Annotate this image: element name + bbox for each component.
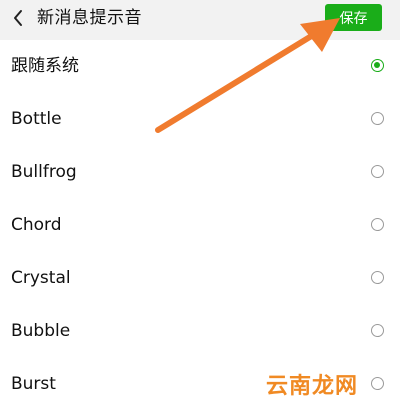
radio-unchecked-icon[interactable] — [371, 271, 384, 284]
radio-unchecked-icon[interactable] — [371, 165, 384, 178]
radio-unchecked-icon[interactable] — [371, 112, 384, 125]
sound-item-label: Chord — [11, 215, 62, 235]
sound-item-bullfrog[interactable]: Bullfrog — [0, 146, 400, 199]
sound-item-label: Bubble — [11, 321, 71, 341]
sound-item-label: Crystal — [11, 268, 71, 288]
sound-item-label: Bullfrog — [11, 162, 77, 182]
sound-list: 跟随系统 Bottle Bullfrog Chord Crystal Bubbl… — [0, 40, 400, 411]
radio-unchecked-icon[interactable] — [371, 377, 384, 390]
sound-item-chord[interactable]: Chord — [0, 199, 400, 252]
sound-item-label: 跟随系统 — [11, 56, 79, 76]
save-button[interactable]: 保存 — [325, 4, 382, 31]
sound-item-bubble[interactable]: Bubble — [0, 305, 400, 358]
radio-unchecked-icon[interactable] — [371, 218, 384, 231]
page-title: 新消息提示音 — [37, 8, 142, 28]
sound-item-label: Bottle — [11, 109, 62, 129]
header-bar: 新消息提示音 保存 — [0, 0, 400, 40]
sound-item-bottle[interactable]: Bottle — [0, 93, 400, 146]
sound-item-label: Burst — [11, 374, 56, 394]
chevron-left-icon — [14, 10, 22, 26]
radio-checked-icon[interactable] — [371, 59, 384, 72]
sound-item-follow-system[interactable]: 跟随系统 — [0, 40, 400, 93]
radio-unchecked-icon[interactable] — [371, 324, 384, 337]
back-button[interactable] — [6, 4, 30, 32]
sound-item-crystal[interactable]: Crystal — [0, 252, 400, 305]
watermark-text: 云南龙网 — [266, 373, 359, 399]
